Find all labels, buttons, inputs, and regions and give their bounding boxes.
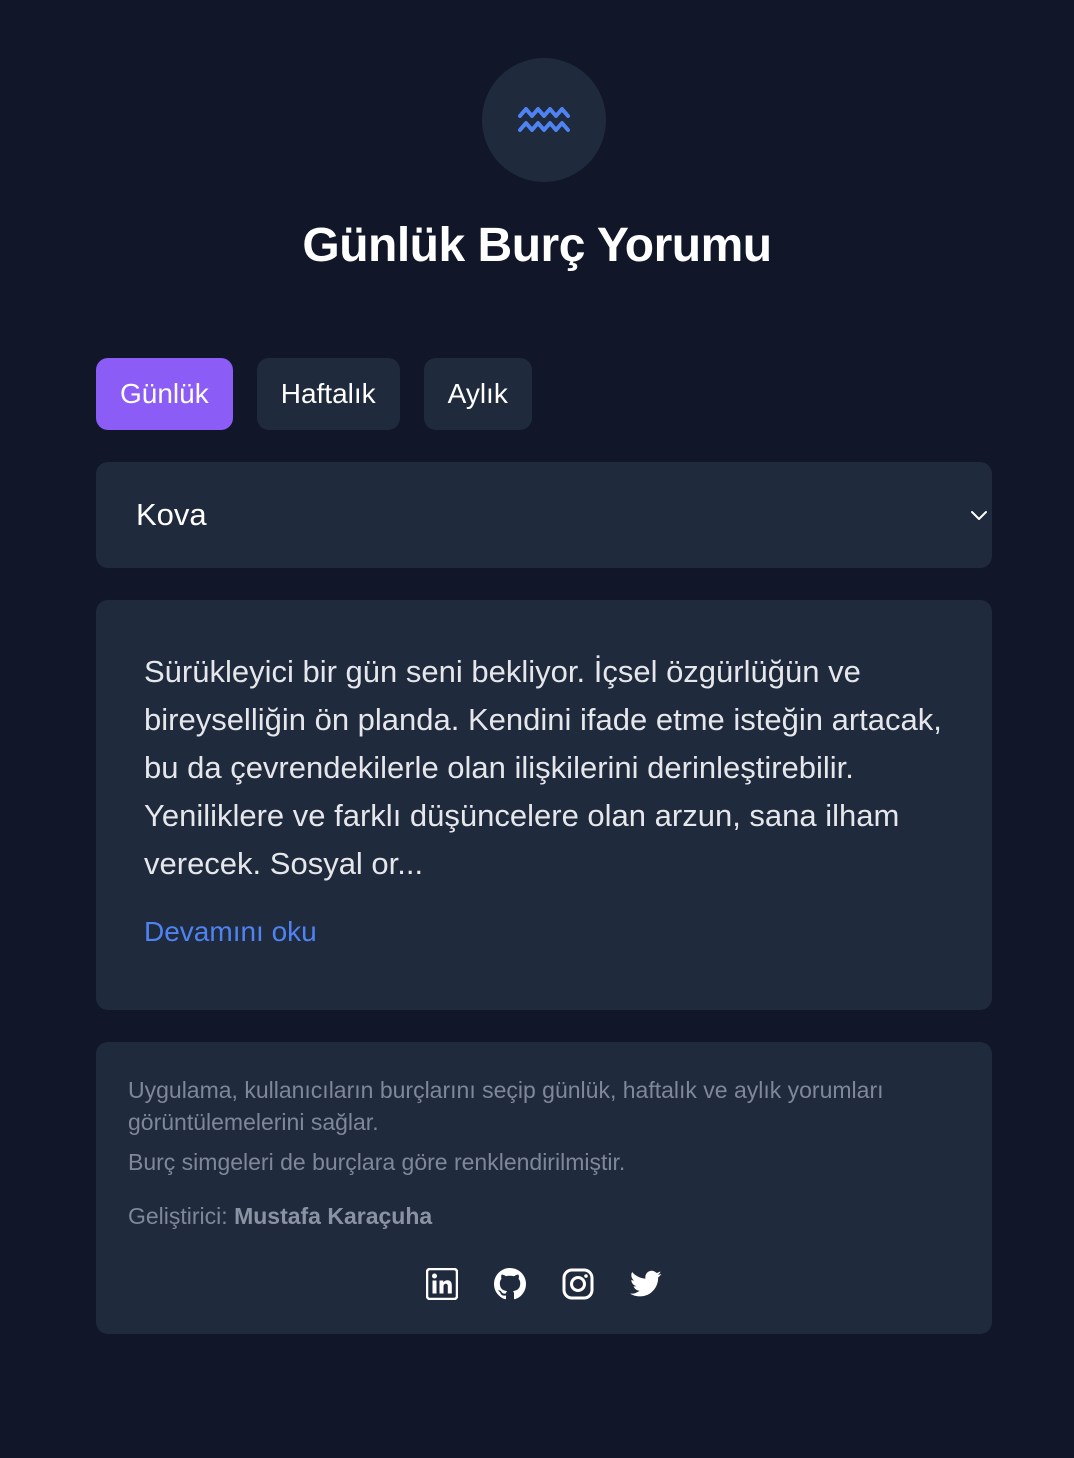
instagram-link[interactable]	[562, 1266, 594, 1302]
developer-name: Mustafa Karaçuha	[234, 1203, 433, 1229]
tab-monthly[interactable]: Aylık	[423, 358, 532, 430]
page: Günlük Burç Yorumu Günlük Haftalık Aylık…	[0, 0, 1074, 1458]
footer-card: Uygulama, kullanıcıların burçlarını seçi…	[96, 1042, 992, 1334]
twitter-link[interactable]	[630, 1266, 662, 1302]
aquarius-icon	[518, 107, 570, 132]
linkedin-link[interactable]	[426, 1266, 458, 1302]
github-link[interactable]	[494, 1266, 526, 1302]
tab-weekly[interactable]: Haftalık	[256, 358, 400, 430]
period-tabs: Günlük Haftalık Aylık	[96, 358, 532, 430]
twitter-icon	[630, 1270, 662, 1297]
tab-daily[interactable]: Günlük	[96, 358, 233, 430]
github-icon	[494, 1268, 526, 1300]
developer-label: Geliştirici:	[128, 1203, 228, 1229]
zodiac-sign-value: Kova	[136, 497, 207, 532]
linkedin-icon	[426, 1268, 458, 1300]
instagram-icon	[562, 1268, 594, 1300]
social-links	[96, 1266, 992, 1302]
read-more-link[interactable]: Devamını oku	[144, 916, 317, 948]
page-title: Günlük Burç Yorumu	[302, 219, 772, 272]
horoscope-text: Sürükleyici bir gün seni bekliyor. İçsel…	[144, 654, 942, 881]
footer-description: Uygulama, kullanıcıların burçlarını seçi…	[128, 1077, 884, 1135]
horoscope-card: Sürükleyici bir gün seni bekliyor. İçsel…	[96, 600, 992, 1010]
zodiac-logo	[482, 58, 606, 182]
developer-credit: Geliştirici: Mustafa Karaçuha	[128, 1200, 960, 1232]
zodiac-sign-select[interactable]: Kova	[96, 462, 992, 568]
footer-note: Burç simgeleri de burçlara göre renklend…	[128, 1149, 626, 1175]
chevron-down-icon	[971, 511, 987, 520]
